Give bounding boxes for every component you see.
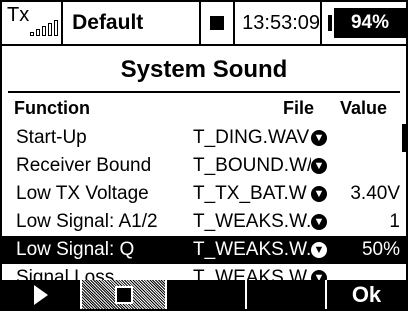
list-item-selected[interactable]: Low Signal: Q T_WEAKS.W. ▼ 50% [2,236,406,264]
column-header-value: Value [340,98,388,118]
function-label: Low TX Voltage [16,183,149,204]
tx-signal-indicator: Tx [2,2,64,44]
signal-bars-icon [30,20,58,36]
value[interactable]: 1 [389,211,400,233]
battery-nub [328,15,332,31]
sound-list: Start-Up T_DING.WAV ▼ Receiver Bound T_B… [2,124,406,280]
page-title: System Sound [120,56,288,83]
function-label: Receiver Bound [16,155,152,176]
stop-button[interactable] [82,280,167,309]
model-name[interactable]: Default [63,2,202,44]
list-item[interactable]: Low TX Voltage T_TX_BAT.W ▼ 3.40V [2,180,406,208]
function-key-3[interactable] [167,280,247,309]
download-arrow-icon[interactable]: ▼ [311,186,327,202]
download-arrow-icon[interactable]: ▼ [311,214,327,230]
download-arrow-icon[interactable]: ▼ [311,242,327,258]
clock: 13:53:09 [235,2,322,44]
file-name[interactable]: T_TX_BAT.W [193,183,311,205]
function-key-4[interactable] [247,280,327,309]
column-header-function: Function [14,98,90,118]
play-icon [34,284,48,305]
play-button[interactable] [2,280,82,309]
function-label: Start-Up [16,127,87,148]
download-arrow-icon[interactable]: ▼ [311,270,327,280]
download-arrow-icon[interactable]: ▼ [311,158,327,174]
list-item[interactable]: Receiver Bound T_BOUND.W/ ▼ [2,152,406,180]
column-header-file: File [283,98,315,118]
stop-square-icon [210,16,225,30]
list-item[interactable]: Start-Up T_DING.WAV ▼ [2,124,406,152]
file-name[interactable]: T_WEAKS.W. [193,239,311,261]
function-key-bar: Ok [2,280,406,309]
list-item[interactable]: Signal Loss T_WEAKS.W ▼ [2,264,406,280]
ok-button[interactable]: Ok [327,280,406,309]
status-bar: Tx Default 13:53:09 94% [2,2,406,46]
battery-indicator: 94% [322,2,406,44]
function-label: Signal Loss [16,267,115,280]
stop-icon [114,285,133,304]
download-arrow-icon[interactable]: ▼ [311,130,327,146]
function-label: Low Signal: Q [16,239,135,260]
value[interactable]: 50% [362,239,400,261]
scrollbar[interactable] [402,124,406,152]
file-name[interactable]: T_BOUND.W/ [193,155,311,177]
tx-label: Tx [7,4,30,26]
file-name[interactable]: T_DING.WAV [193,127,311,149]
battery-level: 94% [334,8,406,38]
list-item[interactable]: Low Signal: A1/2 T_WEAKS.W. ▼ 1 [2,208,406,236]
system-sound-screen: Tx Default 13:53:09 94% System Sound Fun… [0,0,408,311]
record-indicator [201,2,236,44]
file-name[interactable]: T_WEAKS.W [193,267,311,280]
file-name[interactable]: T_WEAKS.W. [193,211,311,233]
value[interactable]: 3.40V [350,183,400,205]
title-divider [8,91,400,93]
function-label: Low Signal: A1/2 [16,211,158,232]
